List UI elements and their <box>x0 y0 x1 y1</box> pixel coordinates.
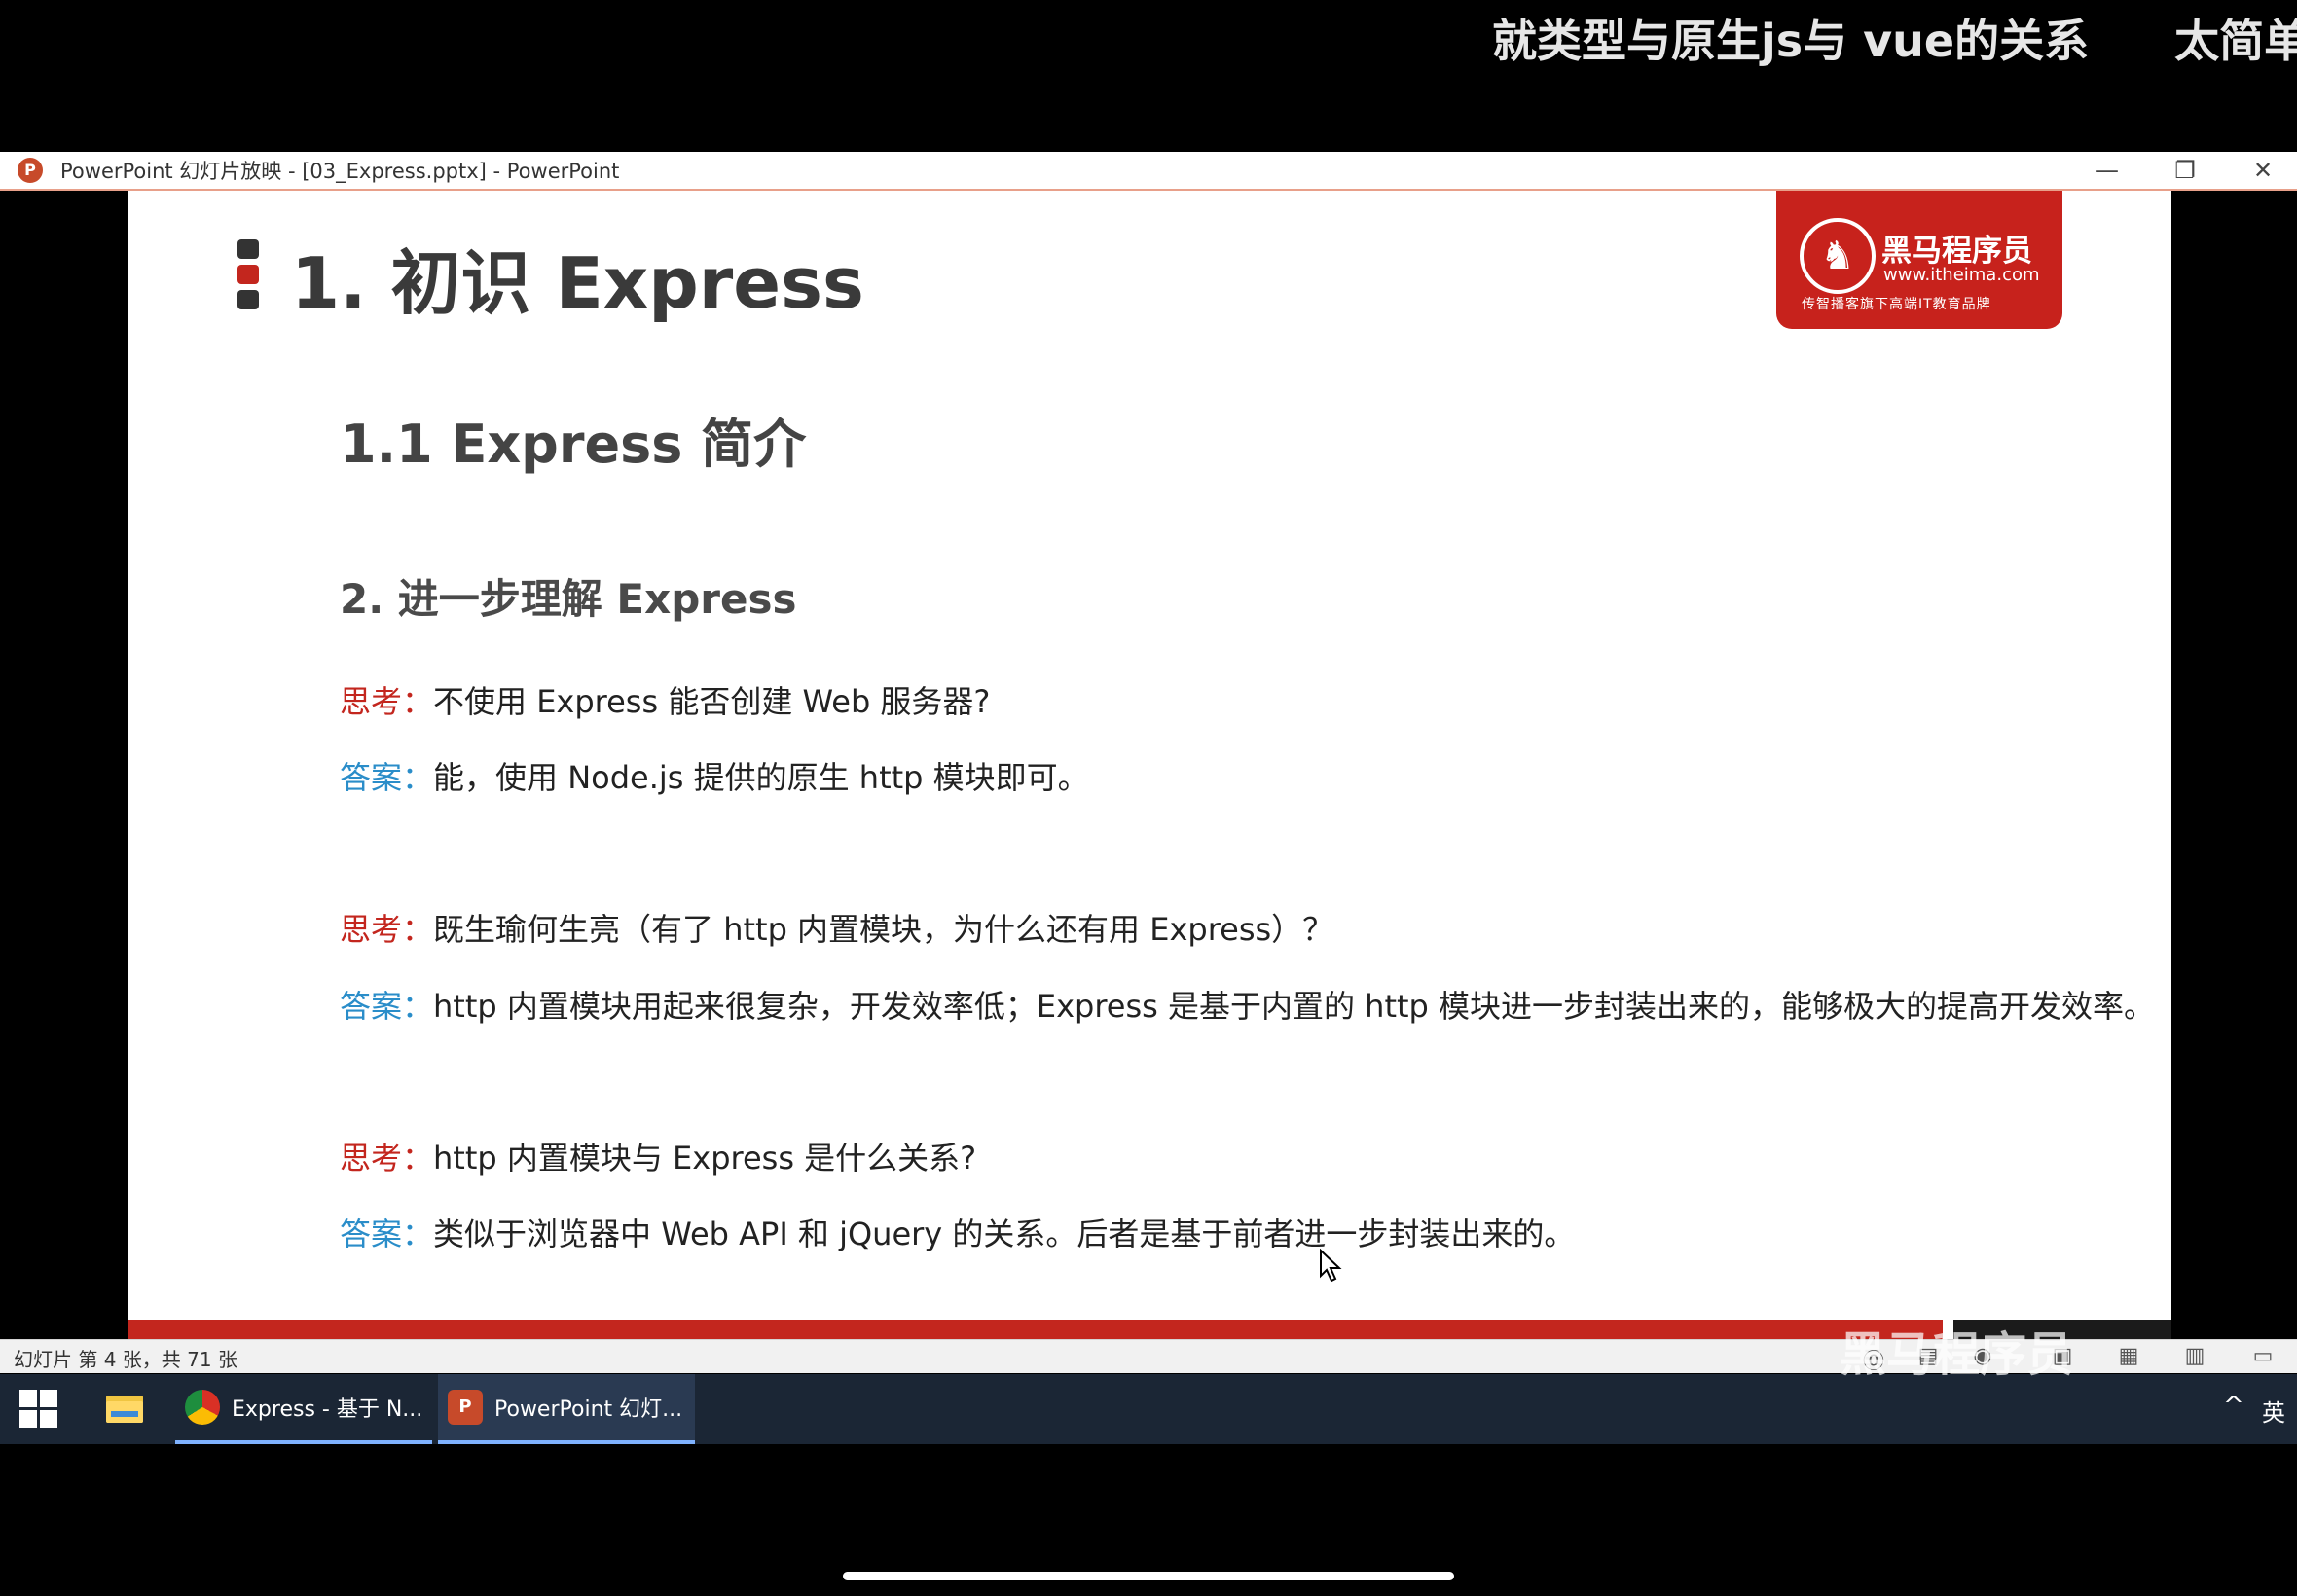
answer-text: 能，使用 Node.js 提供的原生 http 模块即可。 <box>433 759 1089 796</box>
answer-text: http 内置模块用起来很复杂，开发效率低；Express 是基于内置的 htt… <box>433 988 2156 1025</box>
question-label: 思考： <box>340 683 434 720</box>
ime-indicator[interactable]: 英 <box>2262 1394 2285 1428</box>
answer-label: 答案： <box>340 759 434 796</box>
task-label: Express - 基于 N... <box>232 1397 423 1422</box>
mouse-cursor-icon <box>1320 1249 1342 1283</box>
answer-label: 答案： <box>340 988 434 1025</box>
qa-question: 思考：不使用 Express 能否创建 Web 服务器? <box>340 677 990 722</box>
close-button[interactable]: ✕ <box>2229 152 2297 189</box>
question-text: http 内置模块与 Express 是什么关系? <box>433 1140 977 1177</box>
danmaku-comment: 就类型与原生js与 vue的关系 <box>1492 15 2090 67</box>
heading-marker <box>237 239 259 315</box>
qa-answer: 答案：类似于浏览器中 Web API 和 jQuery 的关系。后者是基于前者进… <box>340 1210 1575 1254</box>
chrome-icon <box>185 1390 220 1425</box>
question-label: 思考： <box>340 1140 434 1177</box>
slide-footer-bar <box>128 1320 1943 1339</box>
slide-counter: 幻灯片 第 4 张，共 71 张 <box>14 1348 237 1371</box>
slide-sorter-icon[interactable]: ▦ <box>2114 1344 2143 1368</box>
logo-slogan: 传智播客旗下高端IT教育品牌 <box>1802 297 1991 312</box>
task-label: PowerPoint 幻灯... <box>494 1397 683 1422</box>
minimize-button[interactable]: — <box>2073 152 2141 189</box>
windows-start-icon[interactable] <box>19 1390 58 1429</box>
danmaku-overlay: 就类型与原生js与 vue的关系 太简单了 <box>1492 6 2297 70</box>
itheima-logo: ♞ 黑马程序员 www.itheima.com 传智播客旗下高端IT教育品牌 <box>1776 191 2062 329</box>
restore-button[interactable]: ❐ <box>2151 152 2219 189</box>
slide-heading: 1. 初识 Express <box>291 242 864 324</box>
slide-subheading: 1.1 Express 简介 <box>340 414 807 475</box>
taskbar-task-chrome[interactable]: Express - 基于 N... <box>175 1374 432 1444</box>
powerpoint-icon: P <box>18 158 43 183</box>
qa-question: 思考：http 内置模块与 Express 是什么关系? <box>340 1134 976 1179</box>
file-explorer-icon[interactable] <box>105 1392 144 1425</box>
window-titlebar[interactable]: P PowerPoint 幻灯片放映 - [03_Express.pptx] -… <box>0 152 2297 191</box>
reading-view-icon[interactable]: ▥ <box>2180 1344 2209 1368</box>
window-title: PowerPoint 幻灯片放映 - [03_Express.pptx] - P… <box>60 160 620 183</box>
horse-logo-icon: ♞ <box>1800 218 1876 294</box>
tray-chevron-up-icon[interactable]: ^ <box>2223 1392 2244 1421</box>
qa-answer: 答案：能，使用 Node.js 提供的原生 http 模块即可。 <box>340 753 1089 798</box>
question-text: 不使用 Express 能否创建 Web 服务器? <box>433 683 991 720</box>
windows-taskbar: Express - 基于 N... P PowerPoint 幻灯... ^ 英 <box>0 1374 2297 1444</box>
qa-question: 思考：既生瑜何生亮（有了 http 内置模块，为什么还有用 Express）？ <box>340 905 1333 950</box>
logo-url: www.itheima.com <box>1883 265 2040 285</box>
home-indicator[interactable] <box>843 1572 1454 1580</box>
slide-section-title: 2. 进一步理解 Express <box>340 575 797 623</box>
question-label: 思考： <box>340 911 434 948</box>
answer-text: 类似于浏览器中 Web API 和 jQuery 的关系。后者是基于前者进一步封… <box>433 1215 1576 1252</box>
answer-label: 答案： <box>340 1215 434 1252</box>
logo-name: 黑马程序员 <box>1881 234 2032 269</box>
qa-answer: 答案：http 内置模块用起来很复杂，开发效率低；Express 是基于内置的 … <box>340 982 2155 1027</box>
slideshow-background-left <box>0 191 128 1364</box>
taskbar-task-powerpoint[interactable]: P PowerPoint 幻灯... <box>438 1374 695 1444</box>
slide[interactable]: 1. 初识 Express ♞ 黑马程序员 www.itheima.com 传智… <box>128 191 2171 1339</box>
powerpoint-icon: P <box>448 1390 483 1425</box>
watermark-text: 黑马程序员 <box>1840 1327 2074 1382</box>
question-text: 既生瑜何生亮（有了 http 内置模块，为什么还有用 Express）？ <box>433 911 1334 948</box>
danmaku-comment: 太简单了 <box>2174 15 2297 67</box>
slideshow-background-right <box>2171 191 2297 1364</box>
slideshow-icon[interactable]: ▭ <box>2248 1344 2278 1368</box>
